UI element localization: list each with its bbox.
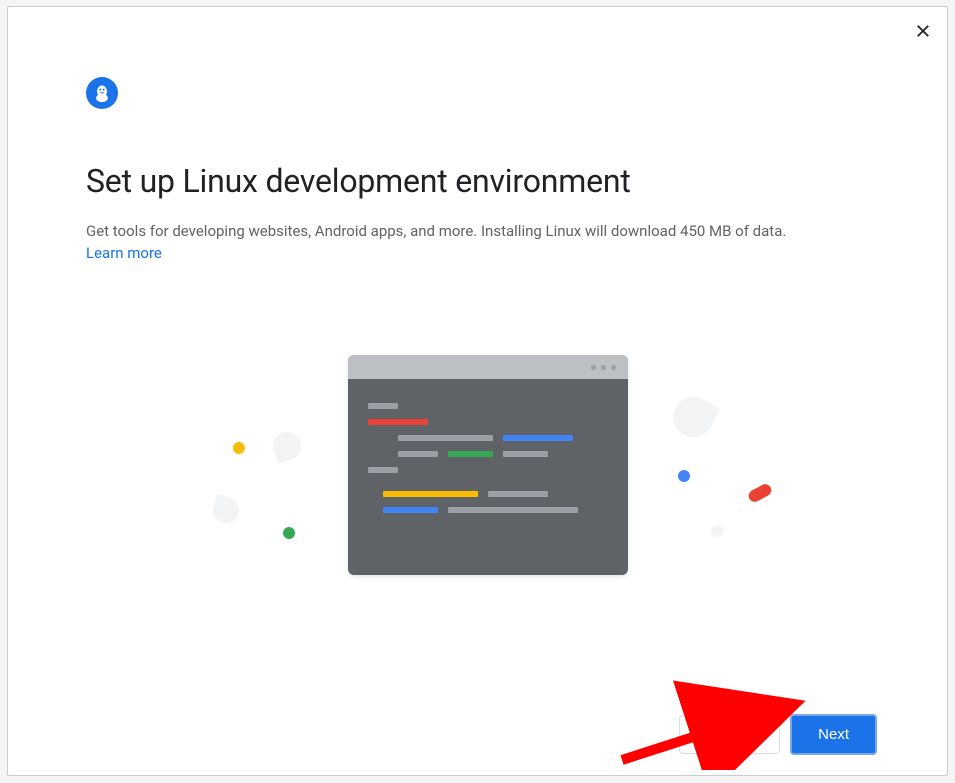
dialog-description: Get tools for developing websites, Andro…: [86, 220, 786, 243]
deco-red-pill: [747, 482, 774, 504]
deco-gray-shape-2: [210, 494, 242, 526]
terminal-body: [348, 379, 628, 547]
cancel-button[interactable]: Cancel: [679, 715, 780, 754]
deco-green-dot: [283, 527, 295, 539]
close-button[interactable]: [913, 21, 933, 41]
illustration: [193, 342, 793, 592]
deco-yellow-dot: [233, 442, 245, 454]
learn-more-link[interactable]: Learn more: [86, 244, 162, 262]
dialog-title: Set up Linux development environment: [86, 162, 631, 200]
linux-penguin-icon: [86, 77, 118, 109]
close-icon: [914, 22, 932, 40]
terminal-titlebar: [348, 355, 628, 379]
dialog-footer: Cancel Next: [679, 714, 877, 755]
deco-gray-shape-3: [666, 390, 721, 445]
setup-dialog: Set up Linux development environment Get…: [7, 6, 948, 776]
next-button[interactable]: Next: [790, 714, 877, 755]
deco-gray-shape-1: [269, 428, 305, 464]
terminal-illustration: [348, 355, 628, 575]
deco-gray-dot: [711, 525, 723, 537]
deco-blue-dot: [678, 470, 690, 482]
